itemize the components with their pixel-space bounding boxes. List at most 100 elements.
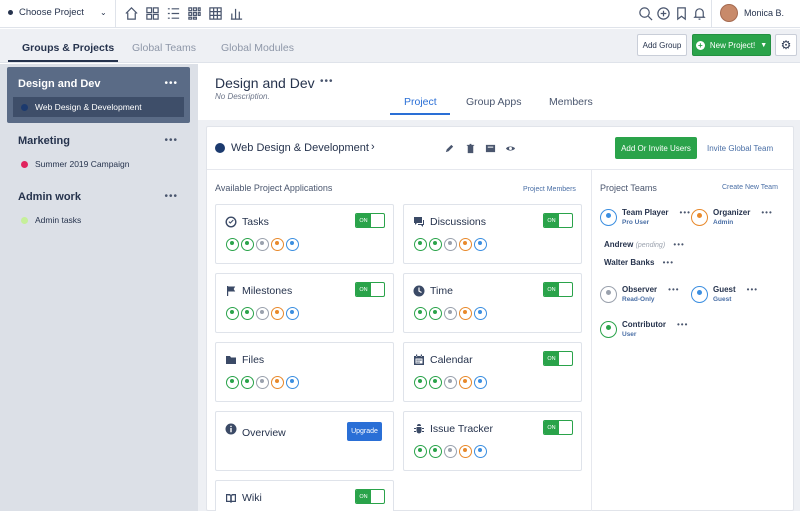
user-icon bbox=[600, 286, 617, 303]
new-project-button[interactable]: + New Project! ▼ bbox=[692, 34, 771, 56]
user-icon bbox=[414, 238, 427, 251]
divider bbox=[207, 169, 793, 170]
tab-global-teams[interactable]: Global Teams bbox=[132, 42, 196, 54]
active-tab-underline bbox=[390, 113, 450, 115]
sidebar-item-admin-tasks[interactable]: Admin tasks bbox=[13, 210, 184, 230]
sidebar-item-summer-campaign[interactable]: Summer 2019 Campaign bbox=[13, 154, 184, 174]
app-tile-discussions[interactable]: Discussions ON bbox=[403, 204, 582, 264]
create-new-team-link[interactable]: Create New Team bbox=[722, 184, 778, 191]
divider bbox=[115, 0, 116, 28]
project-dot-icon bbox=[8, 10, 13, 15]
app-tile-time[interactable]: Time ON bbox=[403, 273, 582, 333]
pending-member[interactable]: Andrew (pending) ••• bbox=[604, 240, 685, 249]
search-icon[interactable] bbox=[638, 6, 653, 21]
app-tile-files[interactable]: Files bbox=[215, 342, 394, 402]
avatar bbox=[720, 4, 738, 22]
app-tile-milestones[interactable]: Milestones ON bbox=[215, 273, 394, 333]
toggle-on-label: ON bbox=[356, 214, 371, 227]
app-toggle[interactable]: ON bbox=[543, 420, 573, 435]
user-icon bbox=[256, 376, 269, 389]
app-members bbox=[226, 238, 301, 251]
more-icon[interactable]: ••• bbox=[761, 208, 772, 226]
team-member[interactable]: Guest Guest ••• bbox=[691, 285, 758, 303]
app-toggle[interactable]: ON bbox=[543, 351, 573, 366]
chevron-right-icon[interactable]: › bbox=[371, 141, 375, 153]
more-icon[interactable]: ••• bbox=[164, 191, 178, 202]
more-icon[interactable]: ••• bbox=[663, 258, 674, 267]
sidebar-item-web-design[interactable]: Web Design & Development bbox=[13, 97, 184, 117]
more-icon[interactable]: ••• bbox=[677, 320, 688, 338]
pending-member[interactable]: Walter Banks ••• bbox=[604, 258, 674, 267]
team-member[interactable]: Contributor User ••• bbox=[600, 320, 688, 338]
app-toggle[interactable]: ON bbox=[355, 489, 385, 504]
more-icon[interactable]: ••• bbox=[164, 135, 178, 146]
user-icon bbox=[474, 307, 487, 320]
section-heading: Project Teams bbox=[600, 183, 657, 193]
user-icon bbox=[459, 238, 472, 251]
home-icon[interactable] bbox=[124, 6, 139, 21]
user-icon bbox=[600, 321, 617, 338]
sidebar-group-marketing[interactable]: Marketing ••• Summer 2019 Campaign bbox=[7, 124, 190, 180]
project-selector[interactable]: Choose Project ⌄ bbox=[8, 7, 107, 18]
tab-groups-projects[interactable]: Groups & Projects bbox=[22, 42, 114, 54]
user-icon bbox=[691, 286, 708, 303]
app-tile-tasks[interactable]: Tasks ON bbox=[215, 204, 394, 264]
sidebar-group-design-dev[interactable]: Design and Dev ••• Web Design & Developm… bbox=[7, 67, 190, 123]
add-invite-users-button[interactable]: Add Or Invite Users bbox=[615, 137, 697, 159]
tab-group-apps[interactable]: Group Apps bbox=[466, 96, 521, 108]
member-name: Guest bbox=[713, 285, 736, 294]
bar-chart-icon[interactable] bbox=[229, 6, 244, 21]
toggle-on-label: ON bbox=[544, 283, 559, 296]
bell-icon[interactable] bbox=[692, 6, 707, 21]
user-name: Monica B. bbox=[744, 8, 785, 18]
tab-members[interactable]: Members bbox=[549, 96, 593, 108]
list-icon[interactable] bbox=[166, 6, 181, 21]
user-icon bbox=[429, 445, 442, 458]
bookmark-icon[interactable] bbox=[674, 6, 689, 21]
app-toggle[interactable]: ON bbox=[355, 213, 385, 228]
invite-global-team-link[interactable]: Invite Global Team bbox=[707, 144, 773, 153]
dashboard-icon[interactable] bbox=[145, 6, 160, 21]
app-tile-wiki[interactable]: Wiki ON bbox=[215, 480, 394, 511]
app-toggle[interactable]: ON bbox=[543, 213, 573, 228]
user-icon bbox=[286, 238, 299, 251]
more-icon[interactable]: ••• bbox=[673, 240, 684, 249]
settings-button[interactable]: ⚙ bbox=[775, 34, 797, 56]
app-members bbox=[414, 307, 489, 320]
add-circle-icon[interactable] bbox=[656, 6, 671, 21]
more-icon[interactable]: ••• bbox=[320, 76, 334, 87]
upgrade-button[interactable]: Upgrade bbox=[347, 422, 382, 441]
archive-icon[interactable] bbox=[485, 143, 496, 154]
tab-project[interactable]: Project bbox=[404, 96, 437, 108]
team-member[interactable]: Organizer Admin ••• bbox=[691, 208, 773, 226]
section-heading: Available Project Applications bbox=[215, 183, 333, 193]
eye-icon[interactable] bbox=[505, 143, 516, 154]
app-toggle[interactable]: ON bbox=[543, 282, 573, 297]
more-icon[interactable]: ••• bbox=[680, 208, 691, 226]
team-member[interactable]: Observer Read-Only ••• bbox=[600, 285, 680, 303]
edit-icon[interactable] bbox=[444, 143, 455, 154]
user-icon bbox=[414, 376, 427, 389]
user-icon bbox=[241, 307, 254, 320]
app-tile-issue-tracker[interactable]: Issue Tracker ON bbox=[403, 411, 582, 471]
user-icon bbox=[444, 238, 457, 251]
add-group-button[interactable]: Add Group bbox=[637, 34, 687, 56]
app-tile-calendar[interactable]: Calendar ON bbox=[403, 342, 582, 402]
project-members-link[interactable]: Project Members bbox=[523, 186, 576, 193]
grid-icon[interactable] bbox=[187, 6, 202, 21]
calendar-icon bbox=[413, 354, 425, 366]
user-menu[interactable]: Monica B. bbox=[720, 4, 784, 22]
sidebar-group-admin[interactable]: Admin work ••• Admin tasks bbox=[7, 180, 190, 236]
app-toggle[interactable]: ON bbox=[355, 282, 385, 297]
team-member[interactable]: Team Player Pro User ••• bbox=[600, 208, 691, 226]
gear-icon: ⚙ bbox=[780, 38, 792, 52]
user-icon bbox=[444, 376, 457, 389]
more-icon[interactable]: ••• bbox=[668, 285, 679, 303]
app-tile-overview[interactable]: Overview Upgrade bbox=[215, 411, 394, 471]
member-role: Read-Only bbox=[622, 296, 655, 303]
more-icon[interactable]: ••• bbox=[747, 285, 758, 303]
tab-global-modules[interactable]: Global Modules bbox=[221, 42, 294, 54]
more-icon[interactable]: ••• bbox=[164, 78, 178, 89]
trash-icon[interactable] bbox=[465, 143, 476, 154]
table-icon[interactable] bbox=[208, 6, 223, 21]
